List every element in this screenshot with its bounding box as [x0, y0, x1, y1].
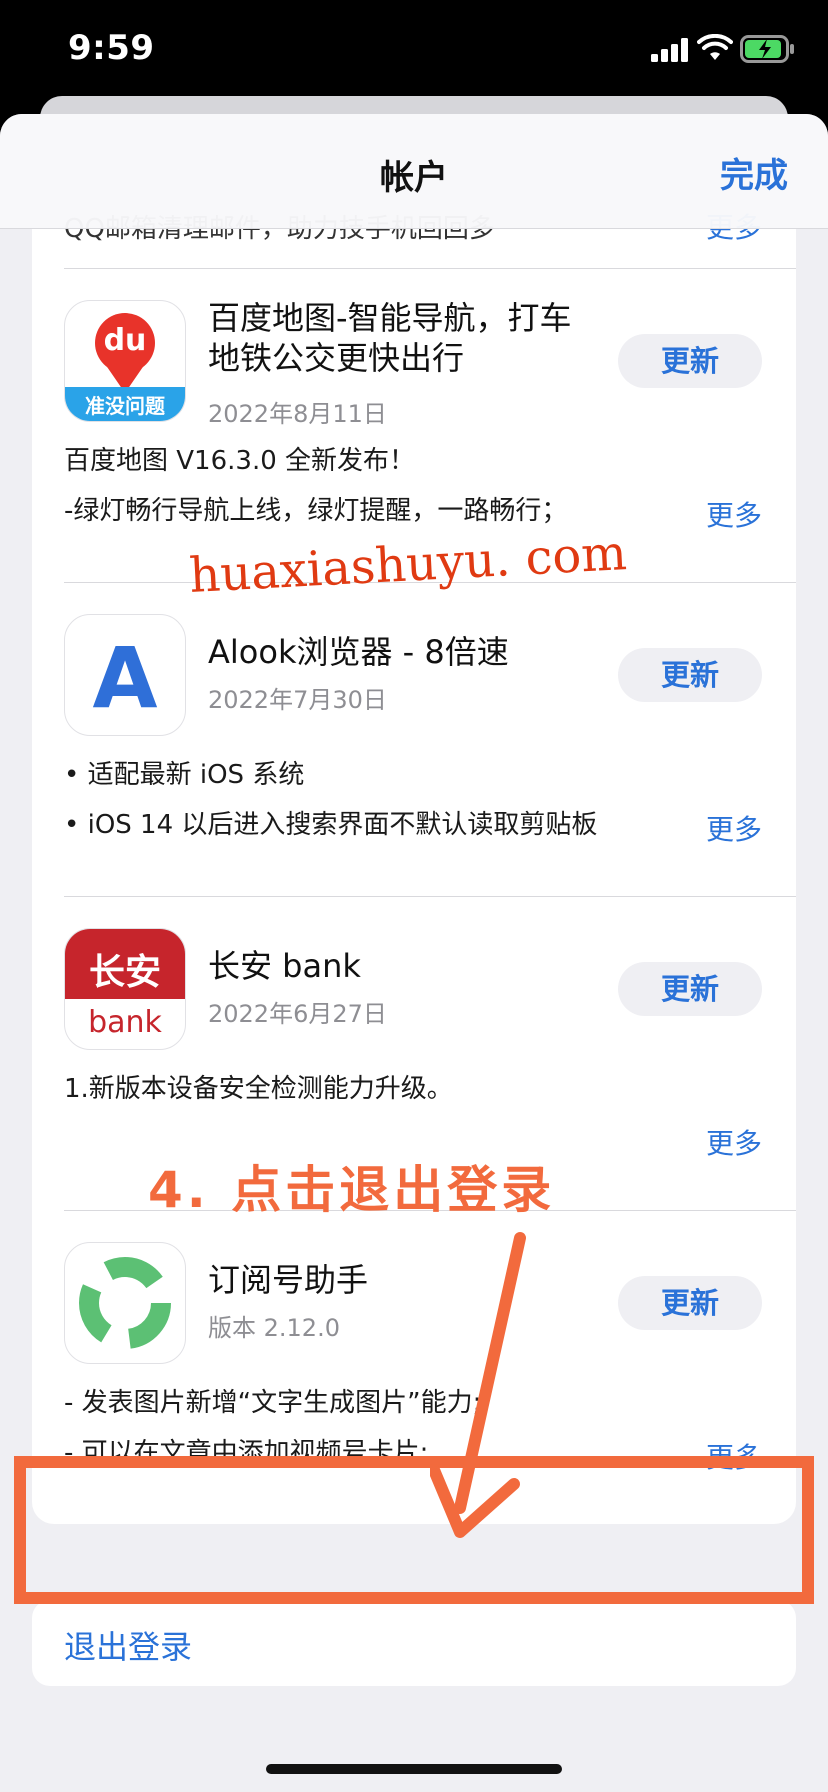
- sign-out-label: 退出登录: [64, 1628, 193, 1666]
- status-time: 9:59: [68, 28, 155, 68]
- wifi-icon: [697, 34, 733, 60]
- update-button[interactable]: 更新: [618, 648, 762, 702]
- release-notes-line: • 适配最新 iOS 系统: [64, 760, 305, 790]
- home-indicator: [266, 1764, 562, 1774]
- more-link[interactable]: 更多: [706, 1436, 762, 1476]
- battery-charging-icon: [740, 35, 794, 63]
- app-date: 2022年7月30日: [208, 686, 387, 714]
- update-button[interactable]: 更新: [618, 962, 762, 1016]
- app-date: 2022年8月11日: [208, 400, 387, 428]
- icon-main-text: du: [103, 323, 147, 358]
- release-notes-line: - 发表图片新增“文字生成图片”能力;: [64, 1388, 482, 1418]
- icon-top-text: 长安: [88, 952, 161, 993]
- app-date: 版本 2.12.0: [208, 1314, 340, 1342]
- icon-main-text: A: [92, 629, 158, 727]
- icon-banner-text: 准没问题: [85, 394, 165, 418]
- baidu-map-icon[interactable]: du 准没问题: [64, 300, 186, 422]
- alook-browser-icon[interactable]: A: [64, 614, 186, 736]
- chat-ring-icon: [79, 1257, 171, 1349]
- update-button[interactable]: 更新: [618, 1276, 762, 1330]
- nav-bar: 帐户 完成: [0, 114, 828, 229]
- more-link[interactable]: 更多: [706, 494, 762, 534]
- app-name: Alook浏览器 - 8倍速: [208, 633, 509, 671]
- status-bar: 9:59: [0, 0, 828, 110]
- pending-updates-card: QQ邮箱清理邮件，助力技手机回回多 更多 du 准没问题 百度地图-智能导航，打…: [32, 114, 796, 1524]
- sign-out-button[interactable]: 退出登录: [32, 1600, 796, 1686]
- update-button[interactable]: 更新: [618, 334, 762, 388]
- release-notes-line: - 可以在文章中添加视频号卡片;: [64, 1438, 429, 1468]
- cellular-signal-icon: [651, 38, 688, 62]
- release-notes-line: 百度地图 V16.3.0 全新发布！: [64, 446, 416, 476]
- app-name: 长安 bank: [208, 947, 361, 985]
- release-notes-line: • iOS 14 以后进入搜索界面不默认读取剪贴板: [64, 810, 598, 840]
- instruction-text: 4. 点击退出登录: [148, 1161, 556, 1219]
- annotation-arrow-icon: [430, 1232, 526, 1538]
- subscription-assistant-icon[interactable]: [64, 1242, 186, 1364]
- release-notes-line: 1.新版本设备安全检测能力升级。: [64, 1074, 453, 1104]
- more-link[interactable]: 更多: [706, 808, 762, 848]
- app-name: 百度地图-智能导航，打车地铁公交更快出行: [208, 299, 572, 377]
- page-title: 帐户: [380, 158, 448, 198]
- more-link[interactable]: 更多: [706, 1122, 762, 1162]
- done-button[interactable]: 完成: [720, 148, 788, 197]
- divider: [64, 268, 796, 269]
- app-date: 2022年6月27日: [208, 1000, 387, 1028]
- divider: [64, 896, 796, 897]
- icon-bottom-text: bank: [88, 1005, 162, 1040]
- changan-bank-icon[interactable]: 长安 bank: [64, 928, 186, 1050]
- account-sheet: 帐户 完成 QQ邮箱清理邮件，助力技手机回回多 更多 du 准没问题 百度地图-…: [0, 114, 828, 1792]
